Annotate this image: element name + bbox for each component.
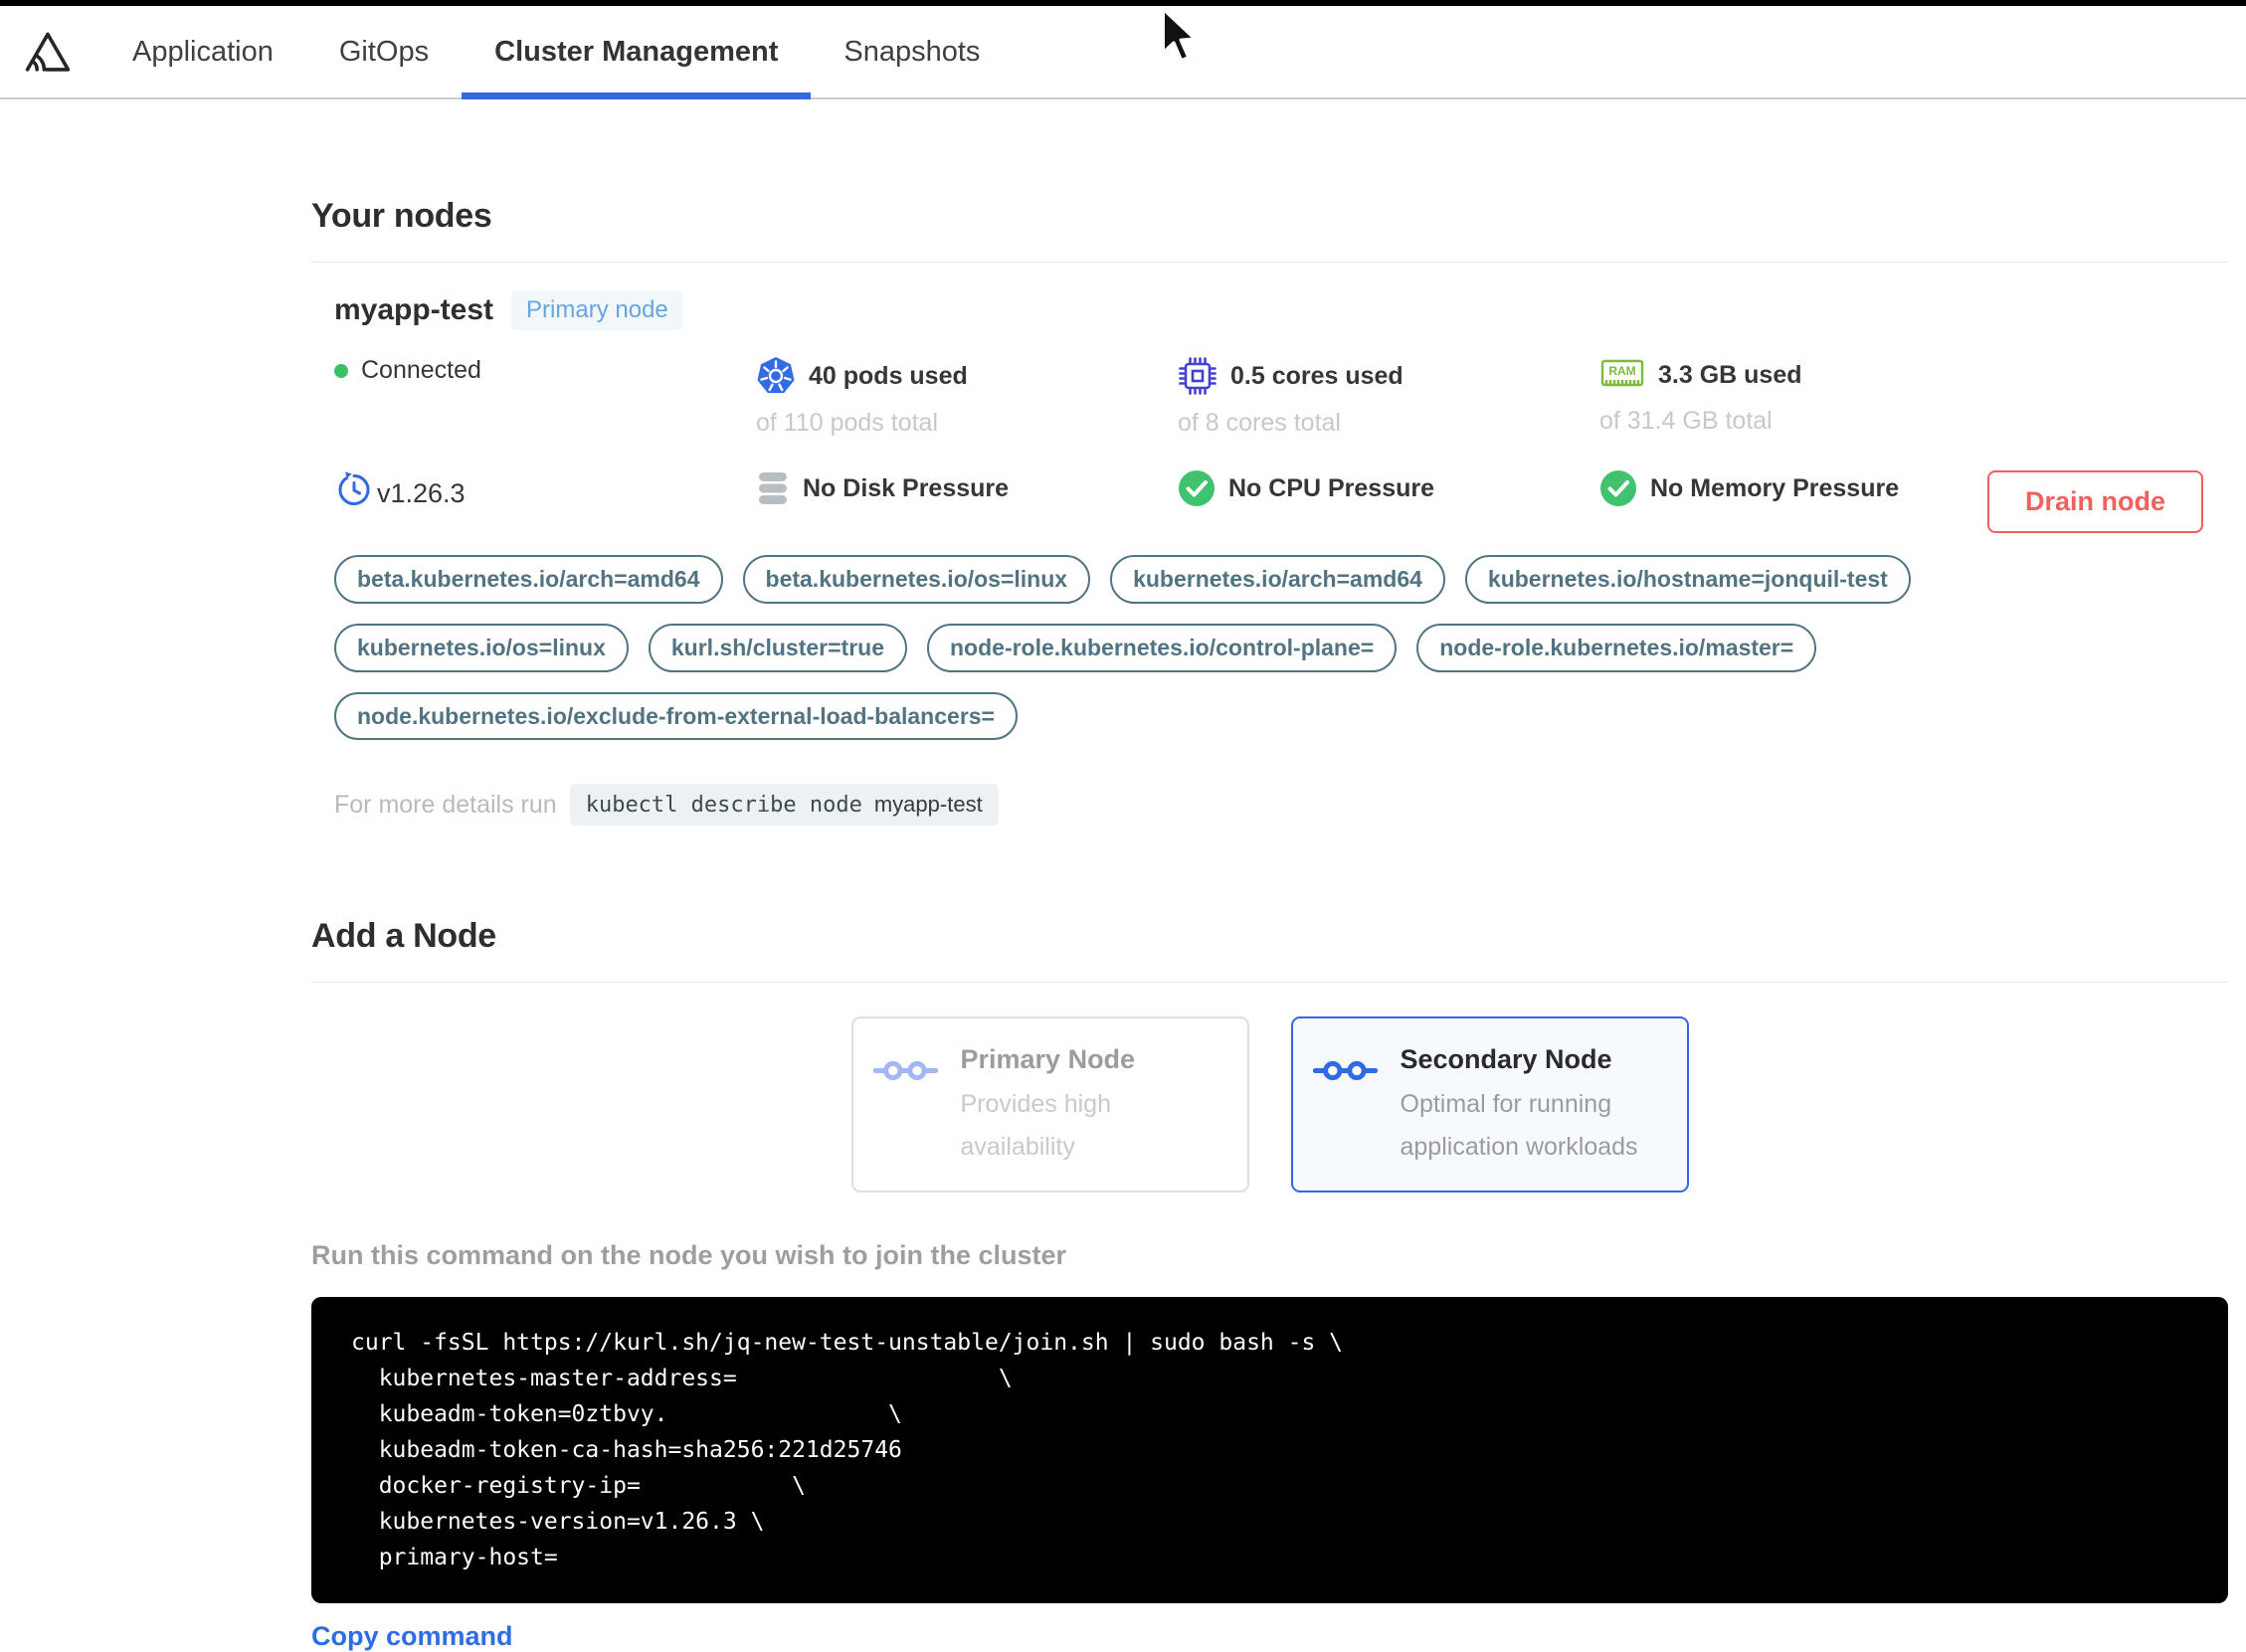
ram-icon: RAM: [1599, 356, 1645, 394]
disk-pressure-text: No Disk Pressure: [803, 473, 1010, 502]
node-label-pill: node-role.kubernetes.io/control-plane=: [927, 623, 1398, 672]
linked-nodes-icon: [1312, 1056, 1385, 1169]
join-command-code-block: curl -fsSL https://kurl.sh/jq-new-test-u…: [311, 1297, 2228, 1604]
section-divider: [311, 262, 2228, 263]
primary-node-badge: Primary node: [511, 290, 683, 330]
memory-stat: RAM 3.3 GB used of 31.4 GB total: [1599, 356, 2025, 438]
join-command-instruction: Run this command on the node you wish to…: [311, 1240, 1067, 1271]
node-label-pill: kubernetes.io/hostname=jonquil-test: [1464, 555, 1911, 604]
mouse-cursor: [1158, 6, 1200, 71]
secondary-node-option[interactable]: Secondary Node Optimal for running appli…: [1290, 1016, 1689, 1193]
node-label-pill: beta.kubernetes.io/os=linux: [742, 555, 1091, 604]
cpu-stat: 0.5 cores used of 8 cores total: [1178, 356, 1599, 438]
version-text: v1.26.3: [377, 478, 466, 508]
tab-snapshots[interactable]: Snapshots: [811, 6, 1013, 97]
code-line: kubernetes-master-address= \: [351, 1366, 1013, 1392]
node-header: myapp-test Primary node: [334, 290, 2228, 330]
code-line: kubeadm-token=0ztbvy. \: [351, 1401, 902, 1428]
details-prefix-text: For more details run: [334, 790, 557, 819]
memory-pressure-text: No Memory Pressure: [1650, 473, 1900, 502]
drain-node-button[interactable]: Drain node: [1986, 470, 2203, 533]
kubectl-describe-chip: kubectl describe node myapp-test: [569, 784, 999, 826]
pods-used-text: 40 pods used: [809, 361, 968, 390]
node-label-pill: node.kubernetes.io/exclude-from-external…: [334, 691, 1018, 741]
memory-used-text: 3.3 GB used: [1658, 360, 1802, 389]
app-logo-icon: [24, 30, 72, 75]
tab-gitops[interactable]: GitOps: [306, 6, 462, 97]
node-label-pill: kubernetes.io/arch=amd64: [1110, 555, 1445, 604]
node-version: v1.26.3: [334, 469, 756, 509]
option-title: Secondary Node: [1400, 1044, 1612, 1075]
memory-total-text: of 31.4 GB total: [1599, 407, 1773, 435]
your-nodes-title: Your nodes: [311, 197, 492, 235]
option-title: Primary Node: [960, 1044, 1136, 1075]
status-text: Connected: [361, 356, 481, 384]
cpu-pressure-text: No CPU Pressure: [1228, 473, 1435, 502]
node-name: myapp-test: [334, 293, 494, 326]
cpu-chip-icon: [1178, 356, 1217, 396]
add-node-section: Add a Node Primary Node Provides high av…: [311, 917, 2228, 1652]
top-navbar: Application GitOps Cluster Management Sn…: [0, 6, 2246, 99]
node-label-pill: node-role.kubernetes.io/master=: [1416, 623, 1817, 672]
svg-text:RAM: RAM: [1608, 364, 1635, 378]
option-text: Primary Node Provides high availability: [961, 1044, 1225, 1169]
node-label-pill: beta.kubernetes.io/arch=amd64: [334, 555, 723, 604]
cpu-total-text: of 8 cores total: [1178, 409, 1341, 437]
history-icon: [334, 469, 374, 509]
node-label-pill: kurl.sh/cluster=true: [648, 623, 907, 672]
code-line: kubeadm-token-ca-hash=sha256:221d25746: [351, 1437, 902, 1464]
copy-command-link[interactable]: Copy command: [311, 1621, 513, 1652]
database-icon: [756, 469, 790, 507]
node-card: myapp-test Primary node Connected 40 pod…: [311, 290, 2228, 826]
tab-application[interactable]: Application: [99, 6, 306, 97]
add-node-title: Add a Node: [311, 917, 496, 956]
memory-pressure-condition: No Memory Pressure: [1599, 469, 2025, 509]
linked-nodes-icon: [872, 1056, 945, 1169]
pods-stat: 40 pods used of 110 pods total: [756, 356, 1178, 438]
your-nodes-section: Your nodes myapp-test Primary node Conne…: [311, 197, 2228, 826]
option-description: Provides high availability: [960, 1090, 1111, 1162]
kubectl-command-text: kubectl describe node: [585, 793, 862, 819]
option-text: Secondary Node Optimal for running appli…: [1401, 1044, 1665, 1169]
status-dot-icon: [334, 363, 348, 378]
option-description: Optimal for running application workload…: [1400, 1090, 1638, 1162]
node-stats-grid: Connected 40 pods used of 110 pods total…: [334, 356, 2025, 509]
node-details-hint: For more details run kubectl describe no…: [334, 784, 2228, 826]
cpu-used-text: 0.5 cores used: [1230, 361, 1404, 390]
kubectl-command-arg: myapp-test: [873, 792, 983, 818]
section-divider: [311, 982, 2228, 984]
node-labels: beta.kubernetes.io/arch=amd64 beta.kuber…: [334, 555, 2025, 741]
cpu-pressure-condition: No CPU Pressure: [1178, 469, 1599, 509]
primary-node-option[interactable]: Primary Node Provides high availability: [850, 1016, 1249, 1193]
tab-cluster-management[interactable]: Cluster Management: [462, 6, 812, 99]
node-type-options: Primary Node Provides high availability: [311, 1016, 2228, 1193]
node-label-pill: kubernetes.io/os=linux: [334, 623, 629, 672]
code-line: kubernetes-version=v1.26.3 \: [351, 1509, 765, 1536]
check-circle-icon: [1178, 469, 1216, 507]
pods-total-text: of 110 pods total: [756, 409, 939, 437]
kubernetes-icon: [756, 356, 796, 396]
node-status: Connected: [334, 356, 756, 438]
main-content: Your nodes myapp-test Primary node Conne…: [311, 197, 2228, 1652]
code-line: curl -fsSL https://kurl.sh/jq-new-test-u…: [351, 1330, 1343, 1357]
code-line: primary-host=: [351, 1545, 558, 1571]
disk-pressure-condition: No Disk Pressure: [756, 469, 1178, 509]
code-line: docker-registry-ip= \: [351, 1473, 806, 1500]
check-circle-icon: [1599, 469, 1637, 507]
nav-tabs: Application GitOps Cluster Management Sn…: [99, 6, 1013, 99]
